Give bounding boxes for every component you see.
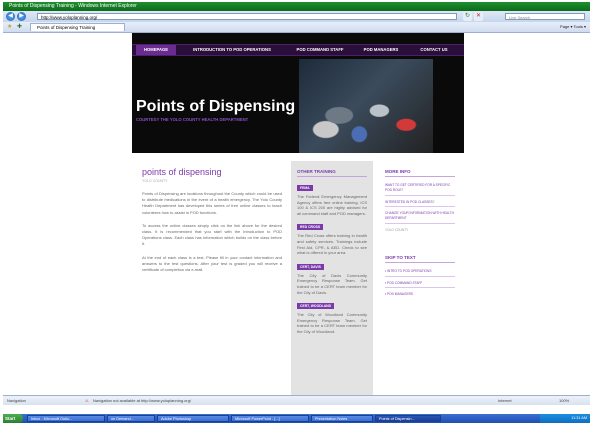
add-favorites-icon[interactable]: ✚ xyxy=(17,23,22,30)
training-item: FEMA The Federal Emergency Management Ag… xyxy=(291,183,373,216)
test-paragraph: At the end of each class is a test. Plea… xyxy=(142,254,282,273)
divider xyxy=(385,194,455,196)
skip-link[interactable]: • POD COMMAND STAFF xyxy=(385,281,457,286)
main-column: points of dispensing YOLO COUNTY Points … xyxy=(142,167,282,280)
window-title-bar: Points of Dispensing Training - Windows … xyxy=(3,2,590,11)
page-heading: points of dispensing xyxy=(142,167,222,177)
forward-icon[interactable]: ▶ xyxy=(17,12,26,21)
other-training-column: OTHER TRAINING FEMA The Federal Emergenc… xyxy=(291,161,373,395)
divider xyxy=(385,206,455,208)
back-icon[interactable]: ◀ xyxy=(6,12,15,21)
more-info-link[interactable]: WANT TO GET CERTIFIED FOR A SPECIFIC POD… xyxy=(385,183,457,193)
skip-link[interactable]: • POD MANAGERS xyxy=(385,292,457,297)
site-subtitle: COURTESY THE YOLO COUNTY HEALTH DEPARTME… xyxy=(136,117,249,122)
more-info-link[interactable]: INTERESTED IN POD CLASSES? xyxy=(385,200,457,205)
clock[interactable]: 11:31 AM xyxy=(571,416,587,420)
more-info-heading: MORE INFO xyxy=(385,169,411,174)
task-button[interactable]: on Demand... xyxy=(107,415,155,422)
windows-taskbar: Start Inbox - Microsoft Outlo... on Dema… xyxy=(3,414,590,423)
nav-contact-us[interactable]: CONTACT US xyxy=(410,45,458,55)
more-info-link[interactable]: CHANGE YOUR INFORMATION WITH HEALTH DEPA… xyxy=(385,211,457,221)
site-header: HOMEPAGE INTRODUCTION TO POD OPERATIONS … xyxy=(132,33,464,153)
training-tag-cert-woodland[interactable]: CERT, WOODLAND xyxy=(297,303,335,310)
divider xyxy=(297,176,367,177)
training-tag-red-cross[interactable]: RED CROSS xyxy=(297,224,324,231)
divider xyxy=(385,287,455,289)
content-area: points of dispensing YOLO COUNTY Points … xyxy=(132,153,464,395)
site-title: Points of Dispensing xyxy=(136,98,296,115)
training-text: The City of Woodland Community Emergency… xyxy=(297,312,367,334)
taskbar-area: Start Inbox - Microsoft Outlo... on Dema… xyxy=(3,405,590,442)
task-button[interactable]: Microsoft PowerPoint - [...] xyxy=(231,415,309,422)
address-input[interactable]: http://www.yoloplanning.org/ xyxy=(37,13,457,20)
search-input[interactable]: Live Search xyxy=(505,13,585,20)
task-button[interactable]: Adobe Photoshop xyxy=(157,415,229,422)
divider xyxy=(385,275,455,277)
tab-bar: ★ ✚ Points of Dispensing Training Page ▾… xyxy=(3,22,590,33)
training-text: The Red Cross offers training in health … xyxy=(297,233,367,256)
nav-intro-pod-operations[interactable]: INTRODUCTION TO POD OPERATIONS xyxy=(180,45,284,55)
task-button-active[interactable]: Points of Dispensin... xyxy=(375,415,441,422)
training-item: CERT, WOODLAND The City of Woodland Comm… xyxy=(291,301,373,334)
skip-link-label: POD MANAGERS xyxy=(387,292,414,297)
training-text: The Federal Emergency Management Agency … xyxy=(297,194,367,216)
other-training-heading: OTHER TRAINING xyxy=(297,169,336,174)
site-navigation: HOMEPAGE INTRODUCTION TO POD OPERATIONS … xyxy=(132,44,464,56)
system-tray: 11:31 AM xyxy=(540,414,590,423)
start-button[interactable]: Start xyxy=(3,414,23,423)
refresh-icon[interactable]: ↻ xyxy=(463,12,472,21)
skip-link-label: POD COMMAND STAFF xyxy=(387,280,423,285)
window-title: Points of Dispensing Training - Windows … xyxy=(9,3,137,9)
training-tag-cert-davis[interactable]: CERT, DAVIS xyxy=(297,263,324,270)
skip-link[interactable]: • INTRO TO POD OPERATIONS xyxy=(385,269,457,274)
more-info-link[interactable]: YOLO COUNTY xyxy=(385,228,457,233)
web-page: HOMEPAGE INTRODUCTION TO POD OPERATIONS … xyxy=(3,33,590,395)
task-button[interactable]: Inbox - Microsoft Outlo... xyxy=(27,415,105,422)
training-item: CERT, DAVIS The City of Davis Community … xyxy=(291,262,373,295)
header-photo xyxy=(299,59,433,153)
sidebar-right: MORE INFO WANT TO GET CERTIFIED FOR A SP… xyxy=(379,161,461,299)
training-item: RED CROSS The Red Cross offers training … xyxy=(291,222,373,255)
favorites-star-icon[interactable]: ★ xyxy=(7,23,12,30)
divider xyxy=(385,176,455,177)
stop-icon[interactable]: ✕ xyxy=(474,12,483,21)
intro-paragraph: Points of Dispensing are locations throu… xyxy=(142,191,282,215)
training-tag-fema[interactable]: FEMA xyxy=(297,185,313,191)
nav-pod-managers[interactable]: POD MANAGERS xyxy=(356,45,406,55)
divider xyxy=(385,222,455,224)
browser-window: Points of Dispensing Training - Windows … xyxy=(3,2,590,442)
divider xyxy=(385,261,455,263)
task-button[interactable]: Presentation Notes xyxy=(311,415,373,422)
tab-points-of-dispensing[interactable]: Points of Dispensing Training xyxy=(30,23,125,31)
training-text: The City of Davis Community Emergency Re… xyxy=(297,272,367,295)
access-paragraph: To access the online classes simply clic… xyxy=(142,222,282,247)
skip-to-text-heading: SKIP TO TEXT xyxy=(385,254,416,260)
nav-homepage[interactable]: HOMEPAGE xyxy=(136,45,176,55)
command-bar[interactable]: Page ▾ Tools ▾ xyxy=(560,23,586,31)
skip-link-label: INTRO TO POD OPERATIONS xyxy=(387,268,432,273)
nav-pod-command-staff[interactable]: POD COMMAND STAFF xyxy=(288,45,352,55)
page-meta: YOLO COUNTY xyxy=(142,179,168,183)
